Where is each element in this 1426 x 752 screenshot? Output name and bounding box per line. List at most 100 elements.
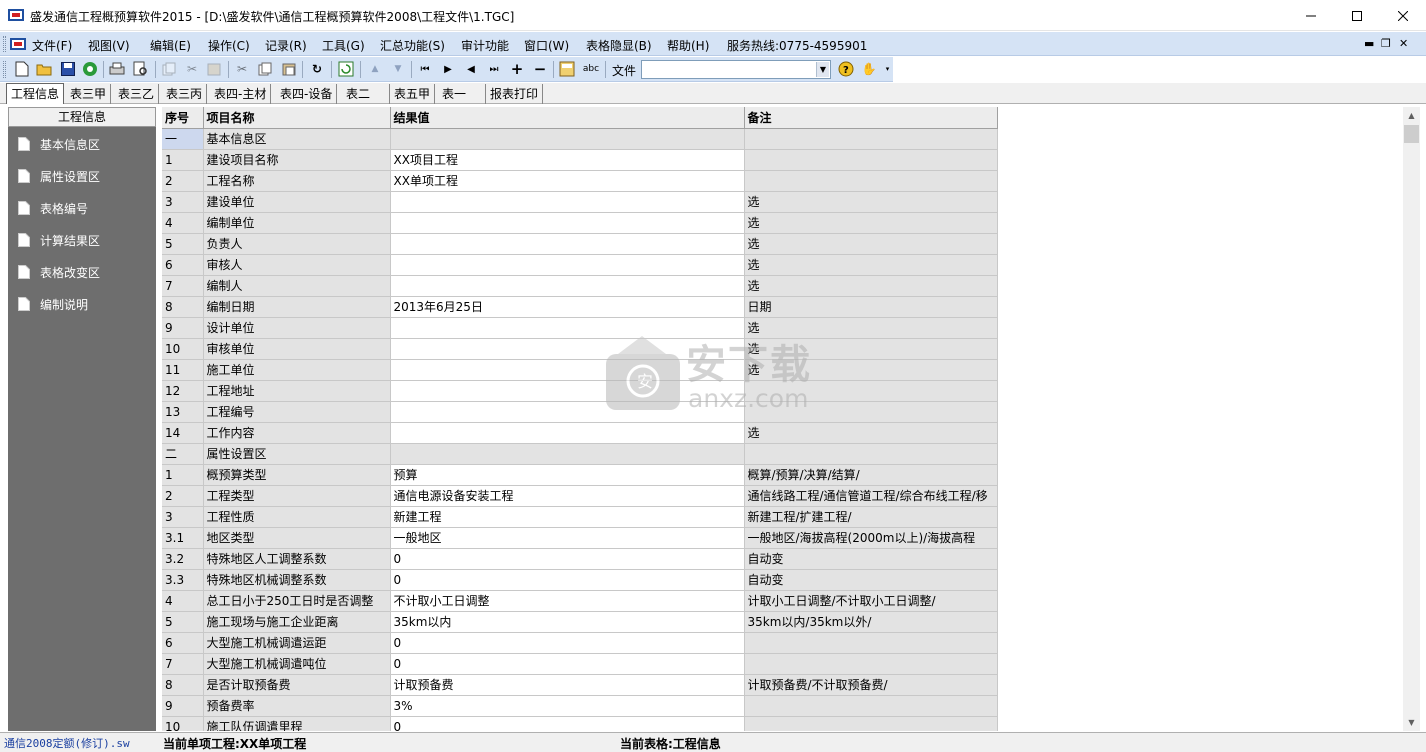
cell-value[interactable]: 计取预备费	[390, 674, 745, 696]
table-row[interactable]: 14 工作内容 选	[162, 422, 998, 444]
tab-table4-materials[interactable]: 表四-主材	[210, 84, 272, 104]
table-row[interactable]: 4 总工日小于250工日时是否调整 不计取小工日调整 计取小工日调整/不计取小工日调整…	[162, 590, 998, 612]
table-row[interactable]: 1 概预算类型 预算 概算/预算/决算/结算/	[162, 464, 998, 486]
first-record-icon[interactable]: ⏮	[416, 60, 434, 78]
undo-icon[interactable]: ↻	[308, 60, 326, 78]
cell-value[interactable]: 2013年6月25日	[390, 296, 745, 318]
tab-table5a[interactable]: 表五甲	[390, 84, 436, 104]
scroll-up-icon[interactable]: ▲	[1403, 107, 1420, 124]
table-row[interactable]: 3 建设单位 选	[162, 191, 998, 213]
cell-value[interactable]	[390, 443, 745, 465]
menu-tools[interactable]: 工具(G)	[322, 37, 365, 54]
table-row[interactable]: 5 负责人 选	[162, 233, 998, 255]
move-up-icon[interactable]: ▲	[366, 60, 384, 78]
cell-value[interactable]: XX项目工程	[390, 149, 745, 171]
sidebar-item-table-changes[interactable]: 表格改变区	[18, 262, 100, 282]
move-down-icon[interactable]: ▼	[389, 60, 407, 78]
vertical-scrollbar[interactable]: ▲ ▼	[1403, 107, 1420, 731]
table-row[interactable]: 5 施工现场与施工企业距离 35km以内 35km以内/35km以外/	[162, 611, 998, 633]
mdi-minimize-icon[interactable]: ▬	[1364, 37, 1374, 50]
tab-table1[interactable]: 表一	[438, 84, 486, 104]
tab-table4-equipment[interactable]: 表四-设备	[276, 84, 338, 104]
cell-value[interactable]	[390, 422, 745, 444]
table-row[interactable]: 二属性设置区	[162, 443, 998, 465]
table-row[interactable]: 6 审核人 选	[162, 254, 998, 276]
table-row[interactable]: 3.2 特殊地区人工调整系数 0 自动变	[162, 548, 998, 570]
cell-value[interactable]	[390, 254, 745, 276]
table-row[interactable]: 10 施工队伍调遣里程 0	[162, 716, 998, 731]
menu-view[interactable]: 视图(V)	[88, 37, 130, 54]
table-row[interactable]: 9 预备费率 3%	[162, 695, 998, 717]
table-row[interactable]: 8 是否计取预备费 计取预备费 计取预备费/不计取预备费/	[162, 674, 998, 696]
table-row[interactable]: 3.1 地区类型 一般地区 一般地区/海拔高程(2000m以上)/海拔高程	[162, 527, 998, 549]
toolbar-options-icon[interactable]: ▾	[883, 60, 892, 78]
menu-grip[interactable]	[3, 36, 6, 52]
refresh-icon[interactable]	[337, 60, 355, 78]
table-row[interactable]: 7 编制人 选	[162, 275, 998, 297]
save-icon[interactable]	[59, 60, 77, 78]
paste-icon[interactable]	[280, 60, 298, 78]
print-icon[interactable]	[108, 60, 126, 78]
sidebar-item-table-numbers[interactable]: 表格编号	[18, 198, 88, 218]
cell-value[interactable]: 0	[390, 632, 745, 654]
table-row[interactable]: 1 建设项目名称 XX项目工程	[162, 149, 998, 171]
menu-file[interactable]: 文件(F)	[32, 37, 72, 54]
table-row[interactable]: 10 审核单位选	[162, 338, 998, 360]
column-header-item[interactable]: 项目名称	[203, 107, 391, 129]
print-preview-icon[interactable]	[132, 60, 150, 78]
cell-value[interactable]	[390, 191, 745, 213]
toolbar-grip[interactable]	[3, 61, 6, 78]
cut-icon[interactable]: ✂	[233, 60, 251, 78]
mdi-restore-icon[interactable]: ❐	[1381, 37, 1391, 50]
cell-value[interactable]	[390, 128, 745, 150]
menu-help[interactable]: 帮助(H)	[667, 37, 709, 54]
cell-value[interactable]	[390, 233, 745, 255]
document-icon[interactable]	[10, 37, 26, 51]
table-row[interactable]: 2 工程类型 通信电源设备安装工程 通信线路工程/通信管道工程/综合布线工程/移	[162, 485, 998, 507]
cell-value[interactable]: 0	[390, 548, 745, 570]
help-icon[interactable]: ?	[837, 60, 855, 78]
hand-pointer-icon[interactable]: ✋	[860, 60, 878, 78]
cell-value[interactable]: 35km以内	[390, 611, 745, 633]
file-combo[interactable]: ▼	[641, 60, 831, 79]
table-row[interactable]: 9 设计单位选	[162, 317, 998, 339]
tab-table3b[interactable]: 表三乙	[114, 84, 160, 104]
cell-value[interactable]: 0	[390, 569, 745, 591]
table-row[interactable]: 7 大型施工机械调遣吨位 0	[162, 653, 998, 675]
copy-icon[interactable]	[256, 60, 274, 78]
cell-value[interactable]: 0	[390, 716, 745, 731]
tab-table2[interactable]: 表二	[342, 84, 390, 104]
scroll-down-icon[interactable]: ▼	[1403, 714, 1420, 731]
open-folder-icon[interactable]	[35, 60, 53, 78]
minimize-button[interactable]	[1288, 0, 1334, 31]
column-header-index[interactable]: 序号	[162, 107, 204, 129]
table-row[interactable]: 4 编制单位 选	[162, 212, 998, 234]
close-button[interactable]	[1380, 0, 1426, 31]
last-record-icon[interactable]: ⏭	[485, 60, 503, 78]
sidebar-item-results[interactable]: 计算结果区	[18, 230, 100, 250]
maximize-button[interactable]	[1334, 0, 1380, 31]
copy-record-icon[interactable]	[160, 60, 178, 78]
menu-record[interactable]: 记录(R)	[265, 37, 307, 54]
sidebar-item-notes[interactable]: 编制说明	[18, 294, 88, 314]
next-record-icon[interactable]: ▶	[439, 60, 457, 78]
calculator-icon[interactable]	[558, 60, 576, 78]
tab-report-print[interactable]: 报表打印	[486, 84, 544, 104]
column-header-value[interactable]: 结果值	[390, 107, 745, 129]
cell-value[interactable]: XX单项工程	[390, 170, 745, 192]
table-row[interactable]: 12 工程地址	[162, 380, 998, 402]
scroll-thumb[interactable]	[1404, 125, 1419, 143]
spell-check-icon[interactable]: abc	[582, 60, 600, 78]
table-row[interactable]: 13 工程编号	[162, 401, 998, 423]
tab-project-info[interactable]: 工程信息	[6, 83, 65, 104]
menu-audit[interactable]: 审计功能	[461, 37, 509, 54]
new-file-icon[interactable]	[13, 60, 31, 78]
menu-window[interactable]: 窗口(W)	[524, 37, 569, 54]
column-header-remark[interactable]: 备注	[744, 107, 998, 129]
table-row[interactable]: 6 大型施工机械调遣运距 0	[162, 632, 998, 654]
mdi-close-icon[interactable]: ✕	[1399, 37, 1408, 50]
delete-record-icon[interactable]: −	[531, 60, 549, 78]
add-record-icon[interactable]: +	[508, 60, 526, 78]
sidebar-item-attributes[interactable]: 属性设置区	[18, 166, 100, 186]
cell-value[interactable]	[390, 212, 745, 234]
